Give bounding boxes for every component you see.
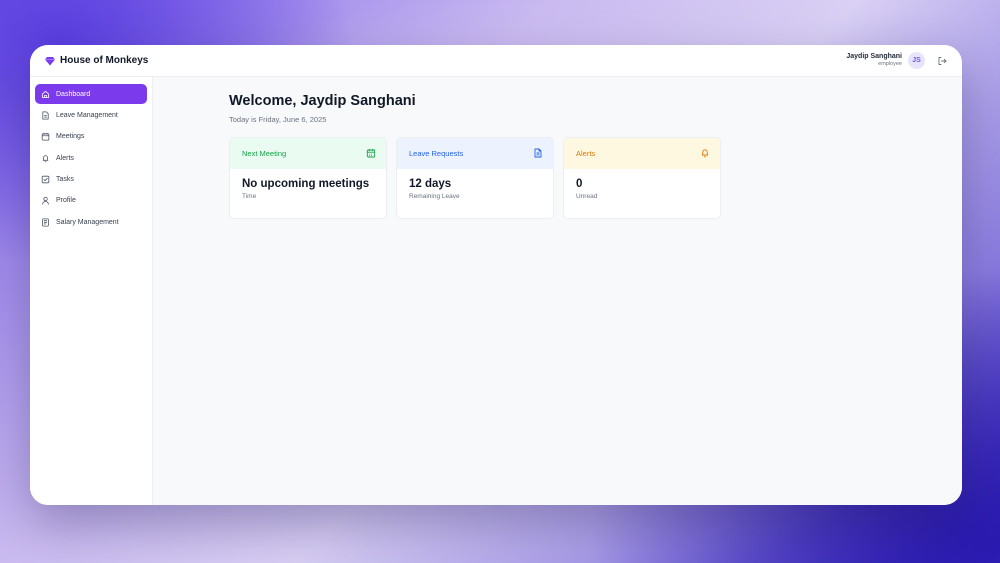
sidebar-item-label: Tasks — [56, 176, 74, 184]
card-subtitle: Time — [242, 192, 257, 200]
avatar[interactable]: JS — [908, 52, 925, 69]
card-value: 0 — [576, 177, 583, 190]
sidebar: Dashboard Leave Management Meetings Aler… — [30, 77, 153, 505]
alerts-card[interactable]: Alerts 0 Unread — [563, 136, 721, 219]
page-title: Welcome, Jaydip Sanghani — [229, 93, 416, 109]
sidebar-item-dashboard[interactable]: Dashboard — [35, 84, 147, 104]
top-bar: House of Monkeys Jaydip Sanghani employe… — [30, 45, 962, 77]
user-name: Jaydip Sanghani — [846, 53, 902, 61]
sidebar-item-meetings[interactable]: Meetings — [35, 127, 147, 147]
card-header: Next Meeting — [230, 137, 386, 169]
user-info: Jaydip Sanghani employee — [846, 53, 902, 68]
user-icon — [41, 196, 50, 205]
logout-icon[interactable] — [936, 55, 948, 67]
card-title: Leave Requests — [409, 148, 464, 158]
sidebar-item-salary-management[interactable]: Salary Management — [35, 212, 147, 232]
calendar-icon — [41, 132, 50, 141]
sidebar-item-label: Meetings — [56, 133, 85, 141]
card-header: Alerts — [564, 137, 720, 169]
sidebar-item-label: Salary Management — [56, 218, 119, 226]
next-meeting-card[interactable]: Next Meeting No upcoming meetings Time — [229, 136, 387, 219]
main-content: Welcome, Jaydip Sanghani Today is Friday… — [153, 77, 962, 505]
user-role: employee — [878, 61, 902, 68]
card-value: No upcoming meetings — [242, 177, 370, 190]
sidebar-item-label: Profile — [56, 197, 76, 205]
sidebar-item-label: Leave Management — [56, 111, 118, 119]
receipt-icon — [41, 218, 50, 227]
brand[interactable]: House of Monkeys — [45, 55, 148, 66]
sidebar-item-leave-management[interactable]: Leave Management — [35, 105, 147, 125]
card-title: Next Meeting — [242, 148, 287, 158]
sidebar-item-tasks[interactable]: Tasks — [35, 170, 147, 190]
summary-cards: Next Meeting No upcoming meetings Time L… — [229, 136, 962, 219]
bell-icon — [700, 148, 710, 158]
app-window: House of Monkeys Jaydip Sanghani employe… — [30, 45, 962, 505]
card-subtitle: Remaining Leave — [409, 192, 460, 200]
brand-name: House of Monkeys — [60, 55, 149, 66]
sidebar-item-label: Dashboard — [56, 90, 91, 98]
sidebar-item-label: Alerts — [56, 154, 74, 162]
sidebar-item-alerts[interactable]: Alerts — [35, 148, 147, 168]
document-icon — [41, 111, 50, 120]
user-menu: Jaydip Sanghani employee JS — [846, 52, 948, 69]
card-header: Leave Requests — [397, 137, 553, 169]
page-date: Today is Friday, June 6, 2025 — [229, 114, 327, 124]
leave-requests-card[interactable]: Leave Requests 12 days Remaining Leave — [396, 136, 554, 219]
card-value: 12 days — [409, 177, 452, 190]
gem-icon — [45, 56, 55, 66]
bell-icon — [41, 154, 50, 163]
card-title: Alerts — [576, 148, 596, 158]
document-icon — [533, 148, 543, 158]
home-icon — [41, 90, 50, 99]
calendar-icon — [366, 148, 376, 158]
card-subtitle: Unread — [576, 192, 598, 200]
sidebar-item-profile[interactable]: Profile — [35, 191, 147, 211]
checkbox-icon — [41, 175, 50, 184]
